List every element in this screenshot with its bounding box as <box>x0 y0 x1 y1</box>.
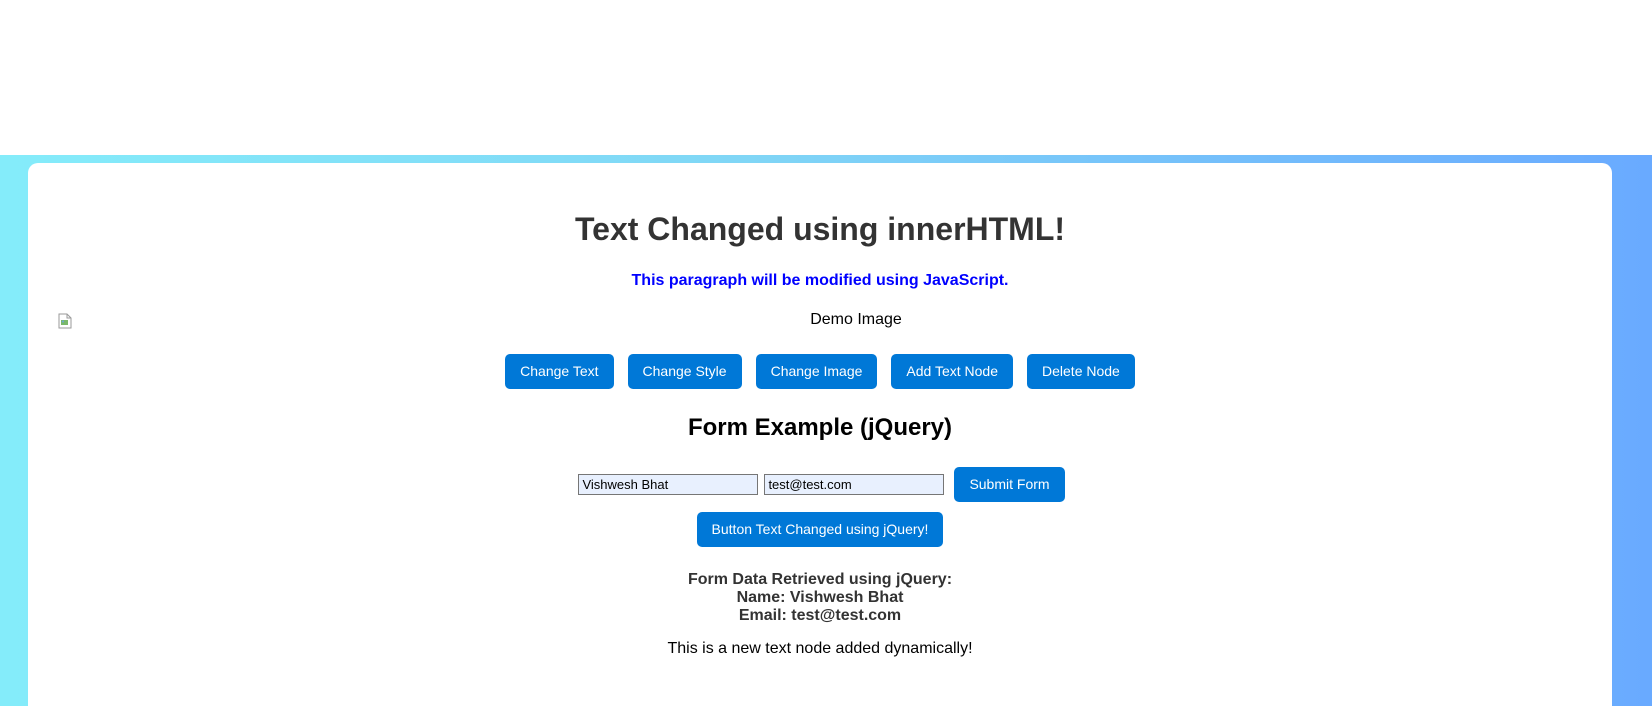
form-output: Form Data Retrieved using jQuery: Name: … <box>28 571 1612 625</box>
form-title: Form Example (jQuery) <box>687 414 953 441</box>
delete-node-button[interactable]: Delete Node <box>1027 354 1135 389</box>
page-heading: Text Changed using innerHTML! <box>574 211 1066 247</box>
output-title: Form Data Retrieved using jQuery: <box>687 571 953 588</box>
change-text-button[interactable]: Change Text <box>505 354 614 389</box>
image-alt-text: Demo Image <box>810 311 902 328</box>
output-name: Name: Vishwesh Bhat <box>736 589 904 606</box>
submit-form-button[interactable]: Submit Form <box>954 467 1065 502</box>
demo-image: Demo Image <box>28 311 1612 333</box>
change-image-button[interactable]: Change Image <box>755 354 878 389</box>
output-email: Email: test@test.com <box>738 607 902 624</box>
jquery-button-row: Button Text Changed using jQuery! <box>28 512 1612 547</box>
name-input[interactable] <box>578 474 759 495</box>
add-text-node-button[interactable]: Add Text Node <box>891 354 1014 389</box>
email-input[interactable] <box>764 474 945 495</box>
dom-button-row: Change Text Change Style Change Image Ad… <box>28 354 1612 389</box>
jquery-text-button[interactable]: Button Text Changed using jQuery! <box>696 512 944 547</box>
new-text-node: This is a new text node added dynamicall… <box>667 640 973 657</box>
form-row: Submit Form <box>28 467 1612 502</box>
change-style-button[interactable]: Change Style <box>627 354 742 389</box>
top-blank-area <box>0 0 1652 155</box>
main-card: Text Changed using innerHTML! This parag… <box>28 163 1612 723</box>
demo-paragraph: This paragraph will be modified using Ja… <box>631 272 1009 289</box>
